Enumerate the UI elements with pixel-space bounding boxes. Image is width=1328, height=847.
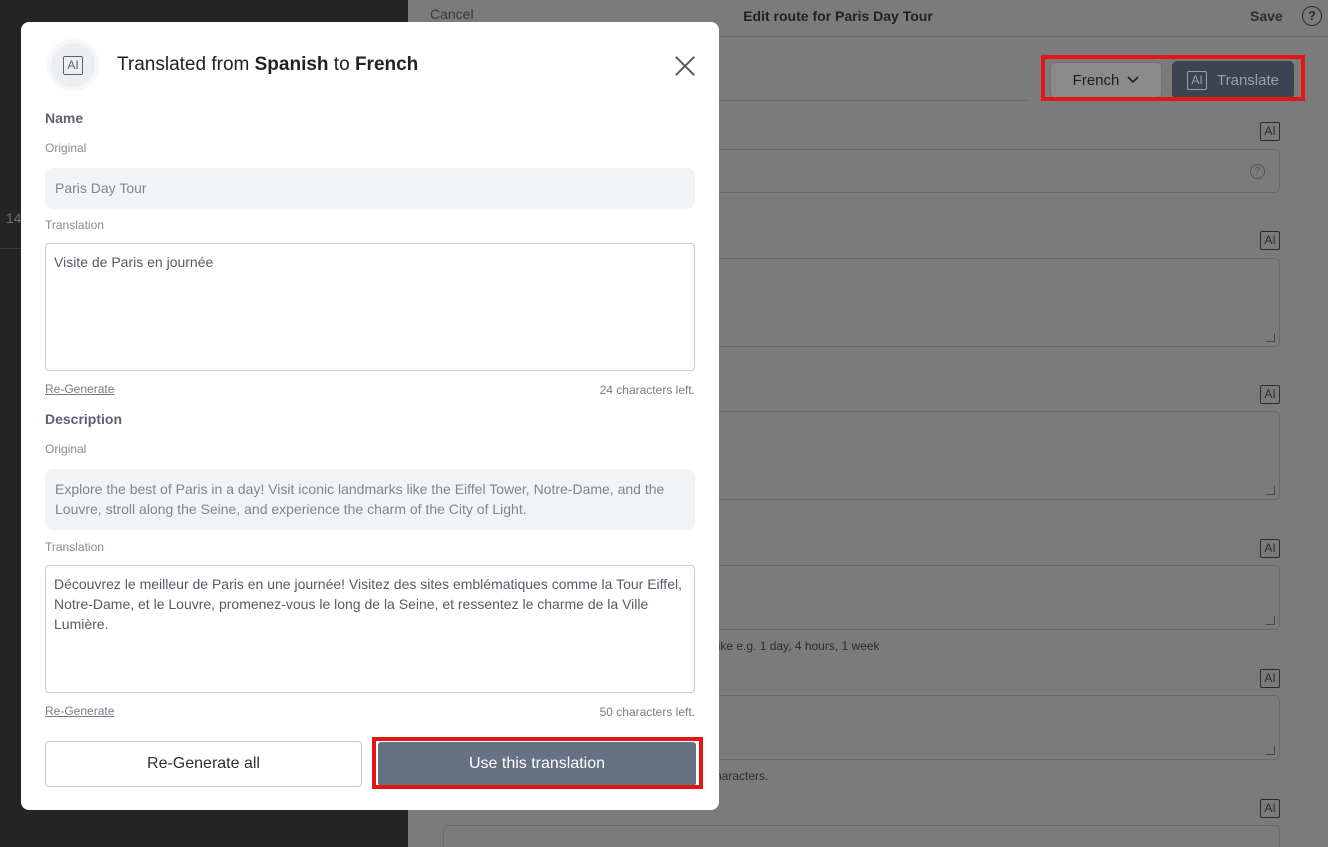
name-translation-label: Translation — [45, 218, 104, 232]
text-field[interactable] — [443, 825, 1280, 847]
use-translation-highlight — [372, 737, 703, 789]
description-translation-label: Translation — [45, 540, 104, 554]
description-original-value: Explore the best of Paris in a day! Visi… — [45, 469, 695, 530]
description-original-label: Original — [45, 442, 87, 456]
name-chars-left: 24 characters left. — [599, 383, 695, 397]
help-icon[interactable]: ? — [1302, 6, 1322, 26]
save-button[interactable]: Save — [1250, 8, 1283, 24]
resize-grip-icon[interactable] — [1266, 486, 1275, 495]
description-translation-input[interactable]: Découvrez le meilleur de Paris en une jo… — [45, 565, 695, 693]
ai-icon[interactable]: AI — [1260, 799, 1280, 818]
description-section-title: Description — [45, 411, 123, 427]
name-translation-input[interactable]: Visite de Paris en journée — [45, 243, 695, 371]
ai-icon[interactable]: AI — [1260, 385, 1280, 404]
translation-dialog: AI Translated from Spanish to French Nam… — [21, 22, 719, 810]
dialog-title-prefix: Translated from — [117, 54, 255, 75]
resize-grip-icon[interactable] — [1266, 616, 1275, 625]
description-chars-left: 50 characters left. — [599, 705, 695, 719]
language-controls-highlight — [1041, 55, 1305, 101]
name-original-label: Original — [45, 141, 87, 155]
help-icon[interactable]: ? — [1250, 164, 1265, 179]
resize-grip-icon[interactable] — [1266, 746, 1275, 755]
ai-icon[interactable]: AI — [1260, 669, 1280, 688]
source-language: Spanish — [254, 54, 329, 75]
regenerate-all-button[interactable]: Re-Generate all — [45, 741, 362, 787]
target-language: French — [354, 54, 419, 75]
left-panel-fragment: 14 — [6, 210, 22, 226]
resize-grip-icon[interactable] — [1266, 333, 1275, 342]
ai-icon[interactable]: AI — [1260, 231, 1280, 250]
ai-icon[interactable]: AI — [1260, 122, 1280, 141]
character-hint: haracters. — [715, 769, 769, 783]
dialog-ai-badge: AI — [47, 39, 99, 91]
name-section-title: Name — [45, 110, 84, 126]
ai-icon[interactable]: AI — [1260, 539, 1280, 558]
description-regenerate-link[interactable]: Re-Generate — [45, 704, 114, 718]
duration-hint: like e.g. 1 day, 4 hours, 1 week — [715, 639, 880, 653]
ai-icon: AI — [63, 55, 83, 75]
name-original-value: Paris Day Tour — [45, 168, 695, 209]
close-icon[interactable] — [673, 54, 697, 78]
dialog-title-middle: to — [328, 54, 355, 75]
name-regenerate-link[interactable]: Re-Generate — [45, 382, 114, 396]
dialog-title: Translated from Spanish to French — [117, 54, 418, 76]
